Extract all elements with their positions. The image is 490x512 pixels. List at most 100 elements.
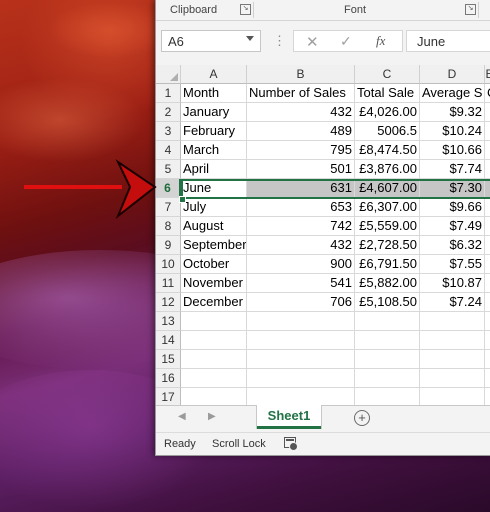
- cell-b[interactable]: 432: [247, 236, 355, 255]
- row-header[interactable]: 4: [156, 141, 181, 160]
- cell-a[interactable]: September: [181, 236, 247, 255]
- cell-a[interactable]: [181, 369, 247, 388]
- cell-d[interactable]: $7.74: [420, 160, 485, 179]
- cell-a[interactable]: February: [181, 122, 247, 141]
- cell-d[interactable]: $7.49: [420, 217, 485, 236]
- cell-d[interactable]: $10.87: [420, 274, 485, 293]
- cell-d[interactable]: $9.66: [420, 198, 485, 217]
- formula-bar-resize-handle[interactable]: ⋮: [273, 33, 286, 49]
- font-dialog-launcher-icon[interactable]: ↘: [465, 4, 476, 15]
- formula-input[interactable]: June: [406, 30, 490, 52]
- cell-c[interactable]: £5,559.00: [355, 217, 420, 236]
- row-header[interactable]: 2: [156, 103, 181, 122]
- cell-d[interactable]: $7.30: [420, 179, 485, 198]
- cell-e[interactable]: [485, 122, 490, 141]
- name-box[interactable]: A6: [161, 30, 261, 52]
- row-header[interactable]: 11: [156, 274, 181, 293]
- row-header[interactable]: 8: [156, 217, 181, 236]
- cell-a[interactable]: April: [181, 160, 247, 179]
- row-header[interactable]: 15: [156, 350, 181, 369]
- cell-b[interactable]: 706: [247, 293, 355, 312]
- cell-c[interactable]: £6,791.50: [355, 255, 420, 274]
- cell-b[interactable]: [247, 369, 355, 388]
- cell-d[interactable]: [420, 331, 485, 350]
- cell-e[interactable]: [485, 388, 490, 405]
- sheet-tab-sheet1[interactable]: Sheet1: [257, 405, 321, 429]
- cell-b[interactable]: 501: [247, 160, 355, 179]
- cell-e[interactable]: [485, 369, 490, 388]
- cell-d[interactable]: $10.24: [420, 122, 485, 141]
- row-header[interactable]: 17: [156, 388, 181, 405]
- cell-a[interactable]: January: [181, 103, 247, 122]
- row-header[interactable]: 13: [156, 312, 181, 331]
- cell-b[interactable]: 489: [247, 122, 355, 141]
- cell-a[interactable]: October: [181, 255, 247, 274]
- row-header[interactable]: 1: [156, 84, 181, 103]
- cell-e[interactable]: [485, 293, 490, 312]
- insert-function-icon[interactable]: fx: [376, 33, 385, 49]
- cell-c[interactable]: [355, 369, 420, 388]
- cell-b[interactable]: 900: [247, 255, 355, 274]
- cell-d[interactable]: Average S: [420, 84, 485, 103]
- row-header[interactable]: 12: [156, 293, 181, 312]
- row-header[interactable]: 10: [156, 255, 181, 274]
- cell-e[interactable]: [485, 255, 490, 274]
- row-header[interactable]: 14: [156, 331, 181, 350]
- cell-b[interactable]: Number of Sales: [247, 84, 355, 103]
- row-header[interactable]: 9: [156, 236, 181, 255]
- cell-b[interactable]: 653: [247, 198, 355, 217]
- cell-d[interactable]: $6.32: [420, 236, 485, 255]
- cell-e[interactable]: [485, 274, 490, 293]
- cell-b[interactable]: [247, 312, 355, 331]
- spreadsheet-grid[interactable]: ABCDE 1 Month Number of Sales Total Sale Ave…: [156, 65, 490, 405]
- scroll-tabs-right-icon[interactable]: ▶: [208, 411, 216, 422]
- cell-e[interactable]: [485, 103, 490, 122]
- cell-e[interactable]: [485, 198, 490, 217]
- add-sheet-icon[interactable]: +: [354, 410, 370, 426]
- cell-e[interactable]: [485, 312, 490, 331]
- row-header[interactable]: 3: [156, 122, 181, 141]
- cell-c[interactable]: £8,474.50: [355, 141, 420, 160]
- cell-b[interactable]: 631: [247, 179, 355, 198]
- cell-b[interactable]: 795: [247, 141, 355, 160]
- cell-e[interactable]: [485, 217, 490, 236]
- cell-e[interactable]: C: [485, 84, 490, 103]
- enter-check-icon[interactable]: ✓: [340, 33, 352, 50]
- cell-c[interactable]: [355, 312, 420, 331]
- cell-c[interactable]: £3,876.00: [355, 160, 420, 179]
- cell-e[interactable]: [485, 160, 490, 179]
- cell-c[interactable]: £6,307.00: [355, 198, 420, 217]
- cell-a[interactable]: [181, 331, 247, 350]
- cell-d[interactable]: [420, 369, 485, 388]
- cell-a[interactable]: [181, 312, 247, 331]
- cell-d[interactable]: $10.66: [420, 141, 485, 160]
- cell-c[interactable]: £4,026.00: [355, 103, 420, 122]
- cell-c[interactable]: [355, 388, 420, 405]
- cell-b[interactable]: 432: [247, 103, 355, 122]
- chevron-down-icon[interactable]: [246, 36, 254, 41]
- clipboard-dialog-launcher-icon[interactable]: ↘: [240, 4, 251, 15]
- cell-a[interactable]: March: [181, 141, 247, 160]
- cell-a[interactable]: June: [181, 179, 247, 198]
- cell-b[interactable]: 541: [247, 274, 355, 293]
- cell-a[interactable]: July: [181, 198, 247, 217]
- cell-d[interactable]: [420, 388, 485, 405]
- cell-a[interactable]: Month: [181, 84, 247, 103]
- select-all-corner[interactable]: [156, 65, 181, 84]
- column-header-a[interactable]: A: [181, 65, 247, 84]
- cell-e[interactable]: [485, 350, 490, 369]
- cell-c[interactable]: £5,882.00: [355, 274, 420, 293]
- column-header-d[interactable]: D: [420, 65, 485, 84]
- cell-d[interactable]: [420, 350, 485, 369]
- cell-d[interactable]: $9.32: [420, 103, 485, 122]
- cell-e[interactable]: [485, 141, 490, 160]
- fill-handle[interactable]: [179, 196, 186, 203]
- cell-a[interactable]: December: [181, 293, 247, 312]
- cell-a[interactable]: [181, 388, 247, 405]
- cell-b[interactable]: [247, 331, 355, 350]
- cell-e[interactable]: [485, 236, 490, 255]
- cell-d[interactable]: [420, 312, 485, 331]
- cell-d[interactable]: $7.24: [420, 293, 485, 312]
- cell-c[interactable]: [355, 350, 420, 369]
- scroll-tabs-left-icon[interactable]: ◀: [178, 411, 186, 422]
